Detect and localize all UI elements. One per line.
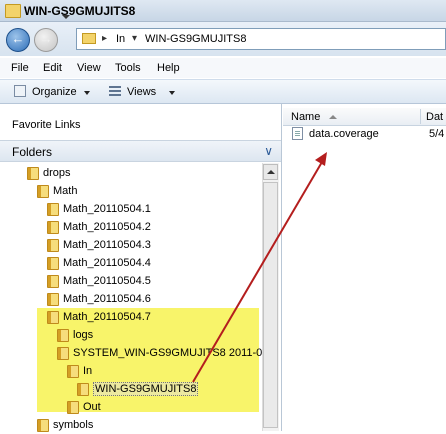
folder-icon	[47, 257, 59, 270]
menu-help[interactable]: Help	[157, 62, 180, 74]
tree-item-label: Math_20110504.7	[63, 311, 151, 323]
forward-button[interactable]: →	[34, 28, 58, 52]
folder-icon	[37, 185, 49, 198]
folders-label: Folders	[12, 145, 53, 159]
file-row[interactable]: data.coverage 5/4	[283, 126, 446, 142]
column-divider[interactable]	[420, 109, 421, 124]
tree-item-label: Math_20110504.3	[63, 239, 151, 251]
chevron-right-icon[interactable]: ▸	[102, 33, 107, 44]
breadcrumb-current[interactable]: WIN-GS9GMUJITS8	[145, 33, 246, 45]
file-name: data.coverage	[309, 128, 379, 140]
folder-icon	[57, 329, 69, 342]
chevron-down-icon[interactable]: ▾	[132, 33, 137, 44]
menu-file[interactable]: File	[11, 62, 29, 74]
favorite-links-header[interactable]: Favorite Links	[12, 119, 80, 131]
folder-icon	[47, 275, 59, 288]
tree-item-label: drops	[43, 167, 71, 179]
folders-header[interactable]: Folders ∨	[0, 140, 281, 162]
folder-icon	[5, 4, 21, 18]
menu-bar: File Edit View Tools Help	[0, 58, 446, 78]
highlight-annotation	[37, 308, 259, 412]
tree-item-label: Math	[53, 185, 78, 197]
column-header-name[interactable]: Name	[291, 111, 320, 123]
folder-icon	[57, 347, 69, 360]
tree-item-label: WIN-GS9GMUJITS8	[93, 382, 199, 396]
tree-item-label: Math_20110504.5	[63, 275, 151, 287]
tree-item-label: SYSTEM_WIN-GS9GMUJITS8 2011-05-0	[73, 347, 279, 359]
address-bar[interactable]: ▸ In ▾ WIN-GS9GMUJITS8	[76, 28, 446, 50]
folder-icon	[67, 365, 79, 378]
back-button[interactable]: ←	[6, 28, 30, 52]
tree-item-label: Math_20110504.6	[63, 293, 151, 305]
views-icon	[109, 86, 121, 97]
folder-icon	[47, 293, 59, 306]
document-icon	[292, 127, 303, 140]
sort-ascending-icon	[329, 115, 337, 119]
tree-item-label: logs	[73, 329, 94, 341]
arrow-head	[315, 152, 327, 166]
column-header-date[interactable]: Dat	[426, 111, 443, 123]
column-header: Name Dat	[283, 108, 446, 126]
chevron-down-icon[interactable]	[84, 91, 90, 95]
folder-icon	[37, 419, 49, 432]
organize-icon	[14, 85, 26, 97]
file-date: 5/4	[429, 128, 445, 140]
folder-icon	[67, 401, 79, 414]
chevron-down-icon[interactable]: ∨	[264, 144, 273, 158]
recent-pages-dropdown[interactable]	[62, 15, 70, 19]
menu-edit[interactable]: Edit	[43, 62, 62, 74]
folder-icon	[77, 383, 89, 396]
tree-item-label: In	[83, 365, 93, 377]
window-title: WIN-GS9GMUJITS8	[24, 4, 136, 18]
command-toolbar: Organize Views	[0, 79, 446, 104]
tree-item-label: Math_20110504.2	[63, 221, 151, 233]
menu-tools[interactable]: Tools	[115, 62, 141, 74]
forward-arrow-icon: →	[39, 31, 53, 46]
organize-button[interactable]: Organize	[32, 86, 77, 98]
breadcrumb-in[interactable]: In	[116, 33, 125, 45]
scrollbar-thumb[interactable]	[263, 182, 278, 428]
folder-icon	[82, 33, 96, 44]
folder-icon	[47, 239, 59, 252]
folder-icon	[47, 203, 59, 216]
folder-icon	[47, 311, 59, 324]
folder-icon	[27, 167, 39, 180]
views-button[interactable]: Views	[127, 86, 156, 98]
menu-view[interactable]: View	[77, 62, 101, 74]
folder-icon	[47, 221, 59, 234]
tree-item-label: Math_20110504.1	[63, 203, 151, 215]
scroll-up-button[interactable]	[263, 164, 278, 180]
tree-item-label: symbols	[53, 419, 94, 431]
tree-item-label: Out	[83, 401, 101, 413]
chevron-down-icon[interactable]	[169, 91, 175, 95]
back-arrow-icon: ←	[11, 31, 25, 46]
tree-item-label: Math_20110504.4	[63, 257, 151, 269]
